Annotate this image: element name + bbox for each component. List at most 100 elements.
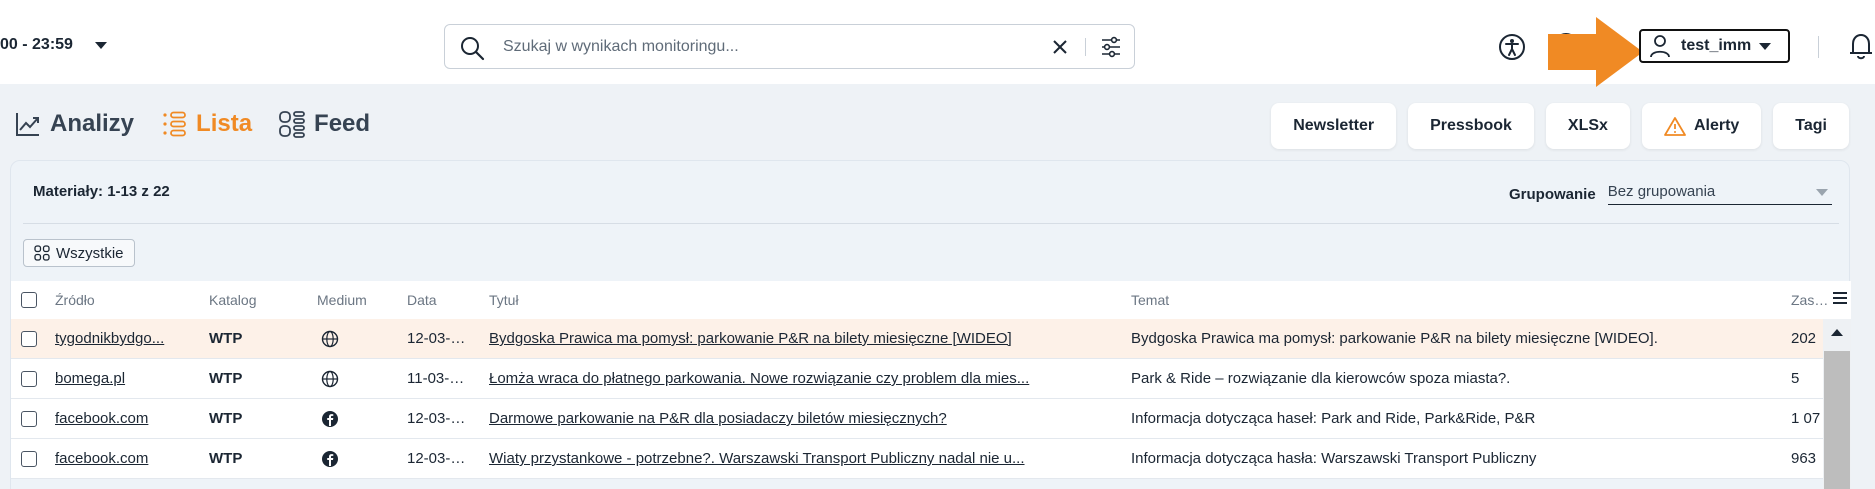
topic-cell: Bydgoska Prawica ma pomysł: parkowanie P… bbox=[1131, 330, 1658, 347]
search-input[interactable] bbox=[503, 35, 1063, 59]
table-scrollbar[interactable] bbox=[1823, 319, 1851, 489]
xlsx-button[interactable]: XLSx bbox=[1545, 103, 1630, 149]
scroll-up-icon[interactable] bbox=[1831, 329, 1843, 336]
action-buttons: Newsletter Pressbook XLSx Alerty Tagi bbox=[1271, 103, 1849, 149]
grouping-select[interactable]: Bez grupowania bbox=[1607, 183, 1832, 205]
date-cell: 12-03-2... bbox=[407, 410, 467, 427]
results-table: Źródło Katalog Medium Data Tytuł Temat Z… bbox=[11, 281, 1851, 479]
grouping-label: Grupowanie bbox=[1509, 185, 1596, 203]
search-box bbox=[444, 24, 1135, 69]
tab-lista[interactable]: Lista bbox=[160, 110, 252, 138]
column-header-source[interactable]: Źródło bbox=[55, 292, 185, 308]
title-link[interactable]: Łomża wraca do płatnego parkowania. Nowe… bbox=[489, 370, 1105, 387]
source-link[interactable]: facebook.com bbox=[55, 450, 185, 467]
chart-line-icon bbox=[16, 113, 39, 136]
filter-chip-label: Wszystkie bbox=[56, 244, 124, 262]
accessibility-icon[interactable] bbox=[1498, 33, 1526, 61]
globe-icon bbox=[321, 370, 339, 387]
grouping-control: Grupowanie Bez grupowania bbox=[1509, 183, 1832, 205]
catalog-cell: WTP bbox=[209, 410, 243, 427]
source-link[interactable]: facebook.com bbox=[55, 410, 185, 427]
column-header-medium[interactable]: Medium bbox=[317, 292, 397, 308]
facebook-icon bbox=[322, 410, 338, 427]
column-header-catalog[interactable]: Katalog bbox=[209, 292, 289, 308]
button-label: Newsletter bbox=[1293, 117, 1375, 134]
select-all-checkbox[interactable] bbox=[21, 292, 37, 308]
column-header-title[interactable]: Tytuł bbox=[489, 292, 1105, 308]
tab-label: Analizy bbox=[50, 110, 135, 137]
chevron-down-icon bbox=[94, 41, 107, 49]
table-row[interactable]: facebook.com WTP 12-03-2... Wiaty przyst… bbox=[11, 439, 1851, 479]
feed-grid-icon bbox=[279, 111, 305, 138]
button-label: Pressbook bbox=[1430, 117, 1512, 134]
tab-feed[interactable]: Feed bbox=[278, 110, 370, 138]
tab-label: Lista bbox=[196, 110, 253, 137]
globe-icon bbox=[321, 330, 339, 347]
source-link[interactable]: tygodnikbydgo... bbox=[55, 330, 185, 347]
topic-cell: Informacja dotycząca hasła: Warszawski T… bbox=[1131, 450, 1537, 467]
grid-icon bbox=[34, 245, 50, 261]
date-cell: 11-03-2... bbox=[407, 370, 467, 387]
clear-icon[interactable] bbox=[1050, 37, 1070, 57]
bell-icon[interactable] bbox=[1848, 31, 1874, 61]
materials-count: Materiały: 1-13 z 22 bbox=[33, 183, 170, 200]
materials-range: 1-13 z bbox=[107, 183, 149, 200]
button-label: Alerty bbox=[1693, 117, 1740, 134]
arrow-right-icon bbox=[1548, 17, 1643, 87]
row-checkbox[interactable] bbox=[21, 370, 37, 387]
button-label: Tagi bbox=[1795, 117, 1827, 134]
filter-sliders-icon[interactable] bbox=[1099, 35, 1123, 59]
table-header: Źródło Katalog Medium Data Tytuł Temat Z… bbox=[11, 281, 1851, 319]
scrollbar-thumb[interactable] bbox=[1824, 351, 1850, 489]
row-checkbox[interactable] bbox=[21, 330, 37, 347]
topic-cell: Informacja dotycząca haseł: Park and Rid… bbox=[1131, 410, 1536, 427]
table-row[interactable]: facebook.com WTP 12-03-2... Darmowe park… bbox=[11, 399, 1851, 439]
table-row[interactable]: bomega.pl WTP 11-03-2... Łomża wraca do … bbox=[11, 359, 1851, 399]
view-tabs: Analizy Lista Feed bbox=[14, 110, 370, 138]
tab-label: Feed bbox=[314, 110, 371, 137]
chevron-down-icon bbox=[1759, 42, 1772, 50]
pressbook-button[interactable]: Pressbook bbox=[1408, 103, 1534, 149]
tab-analizy[interactable]: Analizy bbox=[14, 110, 134, 138]
search-icon bbox=[461, 37, 485, 61]
list-icon bbox=[163, 111, 186, 137]
catalog-cell: WTP bbox=[209, 370, 243, 387]
divider bbox=[1818, 36, 1819, 58]
tags-button[interactable]: Tagi bbox=[1773, 103, 1849, 149]
date-cell: 12-03-2... bbox=[407, 450, 467, 467]
title-link[interactable]: Wiaty przystankowe - potrzebne?. Warszaw… bbox=[489, 450, 1105, 467]
warning-icon bbox=[1664, 117, 1686, 136]
results-panel: Materiały: 1-13 z 22 Grupowanie Bez grup… bbox=[10, 160, 1851, 489]
user-name: test_imm bbox=[1681, 37, 1752, 54]
user-menu-button[interactable]: test_imm bbox=[1639, 29, 1790, 63]
top-bar: 00 - 23:59 Szukaj w wynikach monitoringu… bbox=[0, 0, 1875, 87]
topic-cell: Park & Ride – rozwiązanie dla kierowców … bbox=[1131, 370, 1511, 387]
source-link[interactable]: bomega.pl bbox=[55, 370, 185, 387]
catalog-cell: WTP bbox=[209, 450, 243, 467]
title-link[interactable]: Darmowe parkowanie na P&R dla posiadaczy… bbox=[489, 410, 1105, 427]
materials-label: Materiały: bbox=[33, 183, 104, 200]
newsletter-button[interactable]: Newsletter bbox=[1271, 103, 1397, 149]
divider bbox=[23, 223, 1839, 224]
search-separator bbox=[1085, 38, 1086, 56]
title-link[interactable]: Bydgoska Prawica ma pomysł: parkowanie P… bbox=[489, 330, 1105, 347]
facebook-icon bbox=[322, 450, 338, 467]
catalog-cell: WTP bbox=[209, 330, 243, 347]
column-header-topic[interactable]: Temat bbox=[1131, 292, 1791, 308]
row-checkbox[interactable] bbox=[21, 410, 37, 427]
alerts-button[interactable]: Alerty bbox=[1641, 103, 1762, 149]
table-row[interactable]: tygodnikbydgo... WTP 12-03-2... Bydgoska… bbox=[11, 319, 1851, 359]
row-checkbox[interactable] bbox=[21, 450, 37, 467]
filter-all-chip[interactable]: Wszystkie bbox=[23, 239, 135, 267]
chevron-down-icon bbox=[1815, 189, 1828, 196]
date-range-selector[interactable]: 00 - 23:59 bbox=[0, 36, 107, 54]
grouping-value: Bez grupowania bbox=[1607, 183, 1716, 200]
user-icon bbox=[1650, 35, 1670, 58]
column-header-date[interactable]: Data bbox=[407, 292, 467, 308]
column-menu-icon[interactable] bbox=[1831, 289, 1849, 307]
date-range-label: 00 - 23:59 bbox=[0, 36, 73, 53]
button-label: XLSx bbox=[1567, 117, 1608, 134]
date-cell: 12-03-2... bbox=[407, 330, 467, 347]
materials-total: 22 bbox=[153, 183, 170, 200]
column-header-reach[interactable]: Zasięg bbox=[1791, 292, 1831, 308]
